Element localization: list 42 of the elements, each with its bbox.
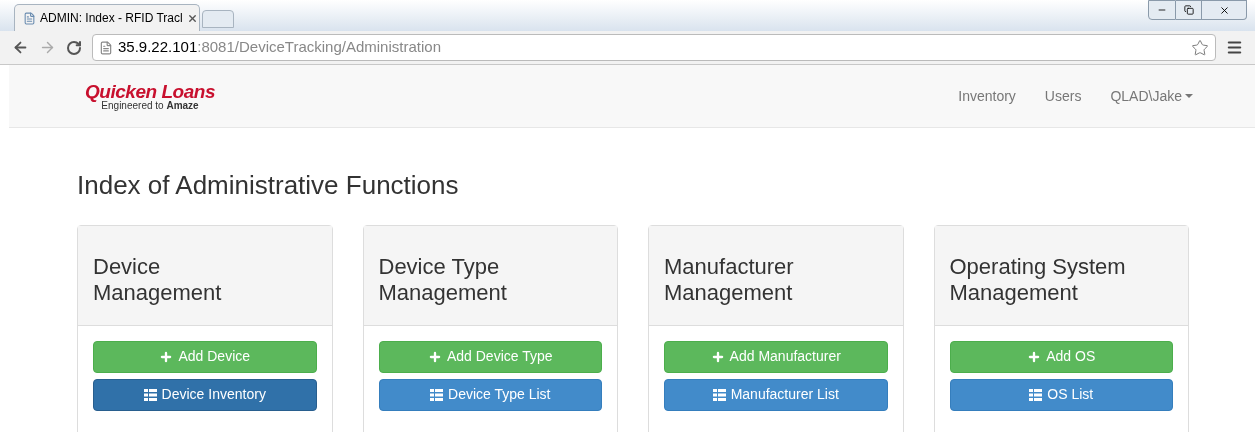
logo[interactable]: Quicken Loans Engineered to Amaze xyxy=(85,81,216,111)
card-title: Device Management xyxy=(93,253,223,306)
page-icon xyxy=(23,11,36,25)
close-icon xyxy=(1218,4,1230,16)
add-button[interactable]: Add Device Type xyxy=(378,340,602,373)
nav-link[interactable]: Inventory xyxy=(958,85,1016,107)
page-icon xyxy=(99,40,113,55)
add-button[interactable]: Add Manufacturer xyxy=(664,340,888,373)
menu-icon[interactable] xyxy=(1226,39,1243,56)
logo-tagline: Engineered to Amaze xyxy=(101,100,199,111)
card-title: Operating System Management xyxy=(949,253,1127,306)
close-icon[interactable] xyxy=(186,12,198,24)
reload-icon[interactable] xyxy=(66,39,82,56)
list-button[interactable]: Device Type List xyxy=(378,378,602,411)
bookmark-star-icon[interactable] xyxy=(1191,38,1209,57)
plus-icon xyxy=(1027,349,1042,364)
plus-icon xyxy=(710,349,725,364)
list-icon xyxy=(143,388,157,401)
list-icon xyxy=(712,388,726,401)
nav-link[interactable]: Users xyxy=(1044,85,1082,107)
url-text: 35.9.22.101:8081/DeviceTracking/Administration xyxy=(118,37,441,58)
plus-icon xyxy=(427,349,442,364)
back-icon[interactable] xyxy=(12,39,29,56)
list-button[interactable]: Manufacturer List xyxy=(664,378,888,411)
card-title: Manufacturer Management xyxy=(664,253,795,306)
list-icon xyxy=(1029,388,1043,401)
add-button[interactable]: Add Device xyxy=(93,340,317,373)
restore-button[interactable] xyxy=(1176,0,1202,20)
tab-title: ADMIN: Index - RFID Tracl xyxy=(40,10,183,27)
nav-link[interactable]: QLAD\Jake xyxy=(1110,85,1193,107)
browser-tab[interactable]: ADMIN: Index - RFID Tracl xyxy=(14,4,200,31)
page-heading: Index of Administrative Functions xyxy=(77,169,460,202)
logo-name: Quicken Loans xyxy=(85,81,216,101)
restore-icon xyxy=(1183,5,1194,15)
address-bar[interactable]: 35.9.22.101:8081/DeviceTracking/Administration xyxy=(92,34,1216,61)
add-button[interactable]: Add OS xyxy=(949,340,1173,373)
list-icon xyxy=(430,388,443,401)
list-button[interactable]: Device Inventory xyxy=(93,378,317,411)
list-button[interactable]: OS List xyxy=(949,378,1173,411)
caret-icon xyxy=(1185,94,1193,98)
plus-icon xyxy=(159,349,174,364)
card-title: Device Type Management xyxy=(378,253,508,306)
